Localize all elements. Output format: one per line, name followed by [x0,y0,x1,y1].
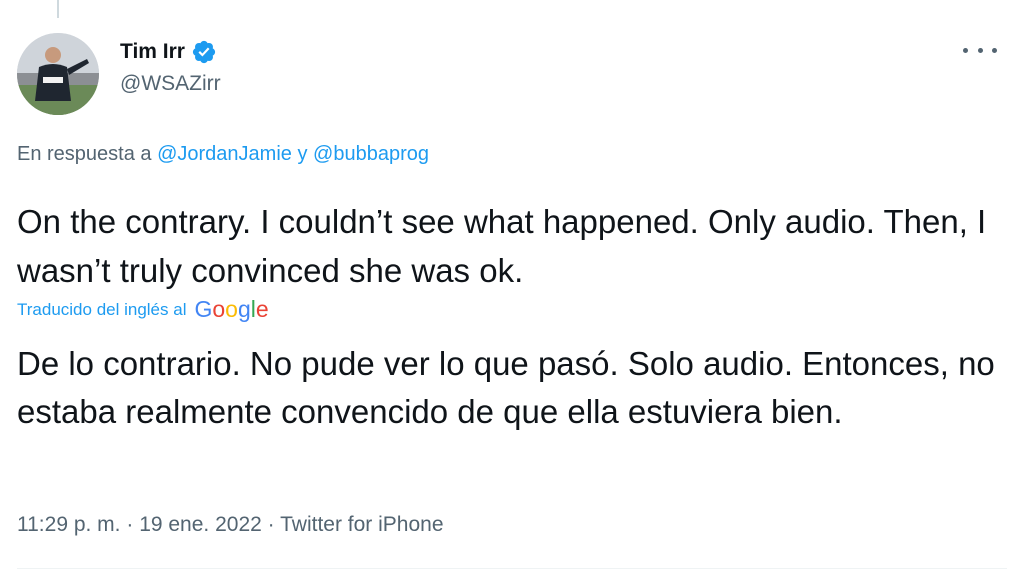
meta-separator: · [261,513,281,536]
thread-connector-line [57,0,59,18]
more-options-icon[interactable] [963,40,997,60]
dot-icon [992,47,997,53]
mention-link-bubbaprog[interactable]: @bubbaprog [313,143,429,165]
google-logo: Google [194,296,269,322]
author-handle[interactable]: @WSAZirr [120,72,221,96]
dot-icon [977,47,983,53]
meta-separator: · [120,513,140,536]
reply-prefix: En respuesta a [17,143,158,165]
author-display-name[interactable]: Tim Irr [120,40,185,64]
author-block: Tim Irr @WSAZirr [120,38,221,96]
profile-photo-icon [17,33,99,115]
translation-attribution: Traducido del inglés al Google [17,296,269,323]
dot-icon [963,47,968,53]
reply-connector: y [291,143,314,165]
tweet-date: 19 ene. 2022 [139,513,262,536]
divider [17,568,1007,569]
verified-badge-icon [191,39,217,65]
timestamp-link[interactable]: 11:29 p. m. · 19 ene. 2022 [17,513,262,536]
translation-label[interactable]: Traducido del inglés al [17,300,186,320]
tweet-time: 11:29 p. m. [17,513,121,536]
avatar[interactable] [17,33,99,115]
tweet-source-link[interactable]: Twitter for iPhone [280,513,443,536]
tweet-metadata: 11:29 p. m. · 19 ene. 2022 · Twitter for… [17,513,444,537]
translated-text: De lo contrario. No pude ver lo que pasó… [17,345,995,430]
reply-context: En respuesta a @JordanJamie y @bubbaprog [17,143,429,166]
tweet-text: On the contrary. I couldn’t see what hap… [17,203,987,289]
mention-link-jordanjamie[interactable]: @JordanJamie [157,143,292,165]
